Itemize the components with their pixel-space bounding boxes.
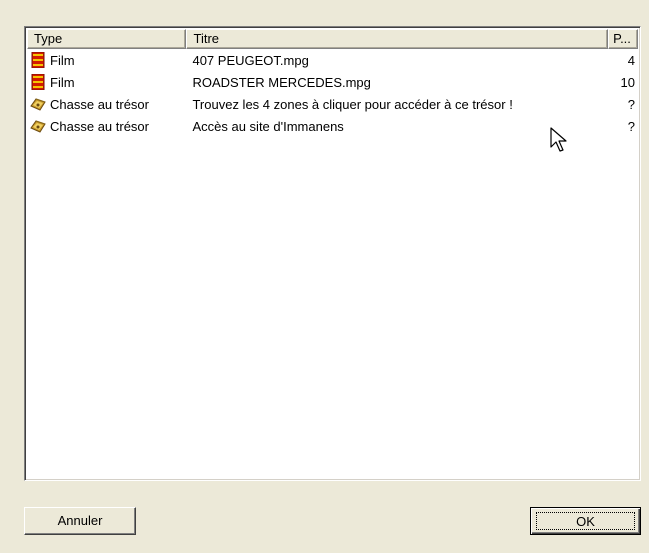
mouse-cursor-icon [550, 127, 567, 152]
column-header-type[interactable]: Type [27, 29, 187, 49]
dialog-window: Type Titre P... Film 407 PEUGEOT.mpg 4 F… [0, 0, 649, 553]
cell-type-label: Film [50, 74, 75, 90]
list-rows: Film 407 PEUGEOT.mpg 4 Film ROADSTER MER… [27, 49, 638, 137]
cell-p: 10 [620, 74, 635, 90]
treasure-icon [30, 120, 46, 133]
cell-title: ROADSTER MERCEDES.mpg [192, 74, 371, 90]
cell-p: ? [627, 96, 635, 112]
cell-p: 4 [627, 52, 635, 68]
list-row[interactable]: Film 407 PEUGEOT.mpg 4 [27, 49, 638, 71]
cell-title: Trouvez les 4 zones à cliquer pour accéd… [192, 96, 513, 112]
cell-type: Film [27, 52, 186, 68]
content-list[interactable]: Type Titre P... Film 407 PEUGEOT.mpg 4 F… [24, 26, 641, 481]
cell-type-label: Film [50, 52, 75, 68]
treasure-icon [30, 98, 46, 111]
cell-type-label: Chasse au trésor [50, 96, 149, 112]
column-header-p[interactable]: P... [608, 29, 638, 49]
list-row[interactable]: Chasse au trésor Trouvez les 4 zones à c… [27, 93, 638, 115]
cell-type: Chasse au trésor [27, 96, 186, 112]
ok-button-label: OK [536, 512, 635, 530]
film-icon [31, 52, 45, 68]
cell-p: ? [627, 118, 635, 134]
cell-type: Film [27, 74, 186, 90]
cell-type-label: Chasse au trésor [50, 118, 149, 134]
column-header-title[interactable]: Titre [186, 29, 609, 49]
cell-title: Accès au site d'Immanens [192, 118, 344, 134]
cancel-button[interactable]: Annuler [24, 507, 136, 535]
cell-title: 407 PEUGEOT.mpg [192, 52, 309, 68]
ok-button[interactable]: OK [530, 507, 641, 535]
cell-type: Chasse au trésor [27, 118, 186, 134]
list-row[interactable]: Chasse au trésor Accès au site d'Immanen… [27, 115, 638, 137]
film-icon [31, 74, 45, 90]
list-header: Type Titre P... [27, 29, 638, 49]
list-row[interactable]: Film ROADSTER MERCEDES.mpg 10 [27, 71, 638, 93]
